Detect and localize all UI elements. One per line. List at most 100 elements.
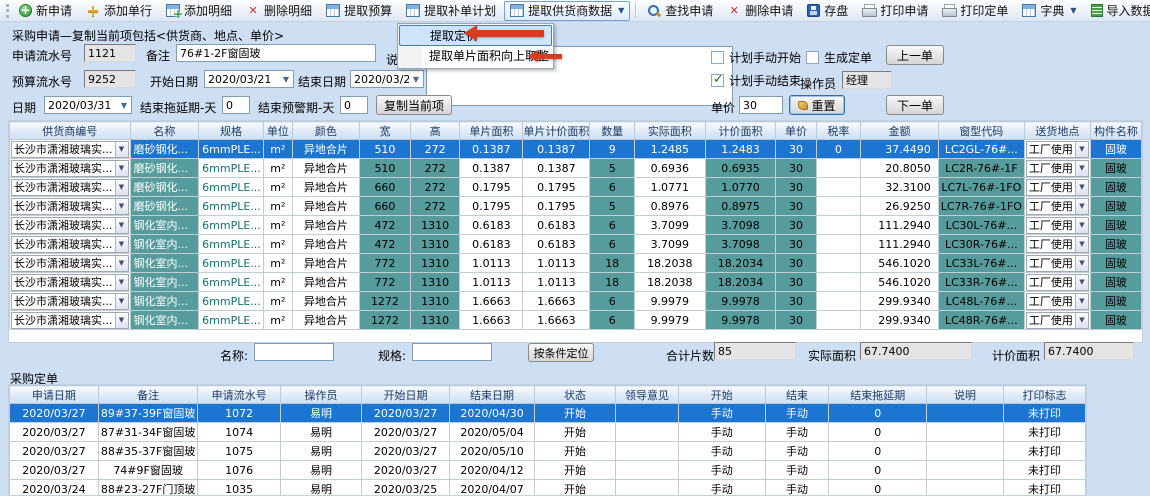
- detail-row-cell-width[interactable]: 510: [359, 159, 410, 178]
- order-row-cell-start-date[interactable]: 2020/03/25: [362, 480, 450, 496]
- detail-row-cell-color[interactable]: 异地合片: [292, 197, 359, 216]
- order-row-cell-end-delay[interactable]: 0: [829, 480, 927, 496]
- detail-row-cell-window-code[interactable]: LC48L-76#...: [938, 292, 1024, 311]
- detail-row-cell-window-code[interactable]: LC7L-76#-1FO: [938, 178, 1024, 197]
- detail-row-cell-part-name[interactable]: 固玻: [1090, 235, 1141, 254]
- order-row-cell-leader-opinion[interactable]: [615, 423, 678, 442]
- chevron-down-icon[interactable]: ▼: [1075, 142, 1088, 157]
- detail-row-cell-actual-area[interactable]: 9.9979: [634, 292, 705, 311]
- order-row-cell-apply-date[interactable]: 2020/03/24: [10, 480, 99, 496]
- detail-row-cell-delivery-site[interactable]: 工厂使用▼: [1024, 178, 1090, 197]
- detail-row-cell-unit[interactable]: m²: [263, 292, 292, 311]
- order-row-cell-leader-opinion[interactable]: [615, 442, 678, 461]
- detail-row-cell-color[interactable]: 异地合片: [292, 235, 359, 254]
- detail-row-cell-qty[interactable]: 18: [590, 254, 635, 273]
- detail-row-cell-supplier-code[interactable]: 长沙市潇湘玻璃实...▼: [10, 235, 131, 254]
- detail-row-cell-qty[interactable]: 5: [590, 197, 635, 216]
- order-row-cell-end-date[interactable]: 2020/04/30: [450, 404, 535, 423]
- order-row-cell-status[interactable]: 开始: [535, 461, 616, 480]
- detail-row-cell-height[interactable]: 272: [410, 178, 459, 197]
- detail-row-cell-delivery-site[interactable]: 工厂使用▼: [1024, 216, 1090, 235]
- chevron-down-icon[interactable]: ▼: [115, 199, 128, 214]
- order-row-cell-operator[interactable]: 易明: [280, 423, 361, 442]
- detail-row-cell-piece-priced-area[interactable]: 1.0113: [523, 254, 590, 273]
- detail-row-cell-supplier-code[interactable]: 长沙市潇湘玻璃实...▼: [10, 254, 131, 273]
- prev-order-button[interactable]: 上一单: [886, 45, 944, 65]
- add-single-row-button[interactable]: 添加单行: [80, 1, 158, 21]
- supplier-code-combo[interactable]: 长沙市潇湘玻璃实...▼: [11, 179, 129, 196]
- detail-row-cell-width[interactable]: 510: [359, 140, 410, 159]
- detail-row-cell-qty[interactable]: 6: [590, 216, 635, 235]
- detail-row-cell-delivery-site[interactable]: 工厂使用▼: [1024, 311, 1090, 330]
- chevron-down-icon[interactable]: ▼: [1075, 275, 1088, 290]
- detail-row-cell-height[interactable]: 1310: [410, 292, 459, 311]
- plan-manual-end-checkbox[interactable]: 计划手动结束: [711, 72, 801, 89]
- detail-row-cell-qty[interactable]: 6: [590, 311, 635, 330]
- order-row-cell-operator[interactable]: 易明: [280, 480, 361, 496]
- detail-row-cell-piece-priced-area[interactable]: 1.6663: [523, 311, 590, 330]
- detail-row-cell-priced-area[interactable]: 18.2034: [705, 254, 776, 273]
- detail-row-cell-width[interactable]: 1272: [359, 292, 410, 311]
- detail-row-cell-supplier-code[interactable]: 长沙市潇湘玻璃实...▼: [10, 159, 131, 178]
- detail-row-cell-unit-price[interactable]: 30: [776, 311, 816, 330]
- detail-row-cell-part-name[interactable]: 固玻: [1090, 311, 1141, 330]
- order-row-cell-note[interactable]: [927, 461, 1004, 480]
- detail-row-cell-amount[interactable]: 37.4490: [861, 140, 939, 159]
- detail-row-cell-tax-rate[interactable]: [816, 273, 861, 292]
- chevron-down-icon[interactable]: ▼: [115, 218, 128, 233]
- detail-row-cell-part-name[interactable]: 固玻: [1090, 197, 1141, 216]
- order-row-cell-status[interactable]: 开始: [535, 442, 616, 461]
- date-combo[interactable]: 2020/03/31 ▼: [44, 96, 132, 114]
- start-date-combo[interactable]: 2020/03/21 ▼: [204, 70, 294, 88]
- detail-row-cell-name[interactable]: 钢化室内...: [130, 292, 199, 311]
- order-row-cell-start[interactable]: 手动: [678, 404, 765, 423]
- detail-row-cell-delivery-site[interactable]: 工厂使用▼: [1024, 197, 1090, 216]
- filter-name-input[interactable]: [254, 343, 334, 361]
- detail-row-cell-name[interactable]: 磨砂钢化...: [130, 159, 199, 178]
- detail-row-cell-color[interactable]: 异地合片: [292, 178, 359, 197]
- detail-row[interactable]: 长沙市潇湘玻璃实...▼钢化室内...6mmPLE...m²异地合片127213…: [10, 311, 1142, 330]
- detail-row-cell-tax-rate[interactable]: [816, 178, 861, 197]
- detail-row-cell-amount[interactable]: 111.2940: [861, 216, 939, 235]
- detail-row-cell-unit[interactable]: m²: [263, 216, 292, 235]
- detail-row-cell-color[interactable]: 异地合片: [292, 311, 359, 330]
- detail-row-cell-priced-area[interactable]: 0.8975: [705, 197, 776, 216]
- detail-row-cell-piece-area[interactable]: 1.0113: [460, 273, 523, 292]
- order-row-cell-end-date[interactable]: 2020/04/12: [450, 461, 535, 480]
- detail-row-cell-tax-rate[interactable]: [816, 197, 861, 216]
- detail-row-cell-tax-rate[interactable]: [816, 311, 861, 330]
- detail-row-cell-priced-area[interactable]: 0.6935: [705, 159, 776, 178]
- order-row-cell-apply-serial[interactable]: 1072: [198, 404, 280, 423]
- order-row-cell-start-date[interactable]: 2020/03/27: [362, 461, 450, 480]
- detail-row-cell-amount[interactable]: 546.1020: [861, 273, 939, 292]
- dropdown-arrow-icon[interactable]: ▼: [1070, 6, 1076, 15]
- detail-row-cell-tax-rate[interactable]: [816, 159, 861, 178]
- detail-row-cell-window-code[interactable]: LC30R-76#...: [938, 235, 1024, 254]
- detail-row-cell-part-name[interactable]: 固玻: [1090, 273, 1141, 292]
- chevron-down-icon[interactable]: ▼: [409, 75, 423, 84]
- order-row-cell-end-delay[interactable]: 0: [829, 461, 927, 480]
- detail-row-cell-piece-area[interactable]: 1.0113: [460, 254, 523, 273]
- detail-row-cell-name[interactable]: 磨砂钢化...: [130, 197, 199, 216]
- order-row-cell-status[interactable]: 开始: [535, 404, 616, 423]
- detail-row-cell-width[interactable]: 1272: [359, 311, 410, 330]
- chevron-down-icon[interactable]: ▼: [1075, 256, 1088, 271]
- detail-row-cell-piece-priced-area[interactable]: 0.1795: [523, 197, 590, 216]
- detail-row-cell-supplier-code[interactable]: 长沙市潇湘玻璃实...▼: [10, 292, 131, 311]
- detail-row[interactable]: 长沙市潇湘玻璃实...▼钢化室内...6mmPLE...m²异地合片772131…: [10, 254, 1142, 273]
- remark-input[interactable]: [176, 44, 376, 62]
- detail-row-cell-amount[interactable]: 546.1020: [861, 254, 939, 273]
- order-row[interactable]: 2020/03/2789#37-39F窗固玻1072易明2020/03/2720…: [10, 404, 1086, 423]
- supplier-code-combo[interactable]: 长沙市潇湘玻璃实...▼: [11, 293, 129, 310]
- detail-row[interactable]: 长沙市潇湘玻璃实...▼钢化室内...6mmPLE...m²异地合片772131…: [10, 273, 1142, 292]
- chevron-down-icon[interactable]: ▼: [1075, 199, 1088, 214]
- detail-row-cell-part-name[interactable]: 固玻: [1090, 159, 1141, 178]
- add-detail-button[interactable]: 添加明细: [160, 1, 238, 21]
- order-row-cell-end[interactable]: 手动: [765, 404, 829, 423]
- detail-row-cell-color[interactable]: 异地合片: [292, 140, 359, 159]
- detail-row-cell-unit[interactable]: m²: [263, 197, 292, 216]
- detail-row-cell-unit[interactable]: m²: [263, 273, 292, 292]
- detail-row-cell-actual-area[interactable]: 9.9979: [634, 311, 705, 330]
- detail-row-cell-window-code[interactable]: LC30L-76#...: [938, 216, 1024, 235]
- order-row-cell-end-date[interactable]: 2020/05/04: [450, 423, 535, 442]
